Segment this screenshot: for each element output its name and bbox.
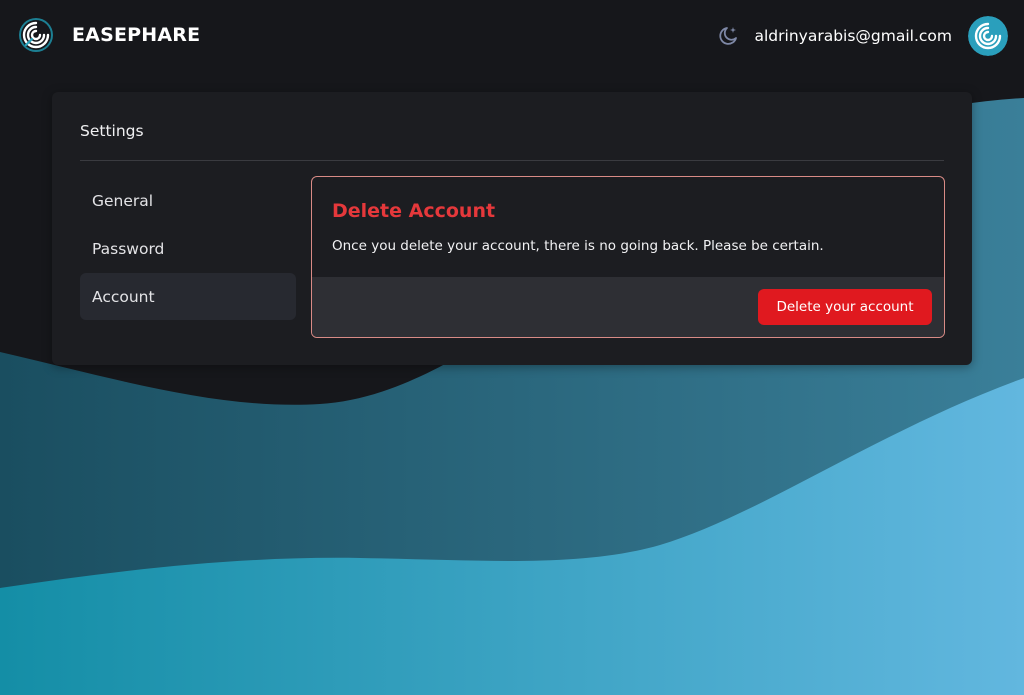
- brand-name: EASEPHARE: [72, 24, 201, 46]
- nav-item-password[interactable]: Password: [80, 225, 296, 272]
- settings-nav: General Password Account: [80, 177, 296, 321]
- user-email[interactable]: aldrinyarabis@gmail.com: [755, 27, 953, 45]
- spiral-logo-icon: [19, 18, 53, 52]
- delete-account-description: Once you delete your account, there is n…: [332, 238, 824, 254]
- delete-account-footer: Delete your account: [312, 277, 944, 337]
- user-area: aldrinyarabis@gmail.com: [717, 16, 1008, 56]
- nav-item-label: Password: [92, 239, 165, 258]
- divider: [80, 160, 944, 161]
- brand[interactable]: EASEPHARE: [18, 17, 200, 53]
- delete-account-button[interactable]: Delete your account: [758, 289, 932, 325]
- nav-item-general[interactable]: General: [80, 177, 296, 224]
- page-title: Settings: [80, 122, 144, 140]
- nav-item-label: General: [92, 191, 154, 210]
- delete-account-title: Delete Account: [332, 200, 496, 222]
- settings-card: Settings General Password Account Delete…: [52, 92, 972, 365]
- moon-star-icon[interactable]: [717, 25, 739, 47]
- avatar[interactable]: [968, 16, 1008, 56]
- top-navbar: EASEPHARE aldrinyarabis@gmail.com: [0, 0, 1024, 72]
- nav-item-account[interactable]: Account: [80, 273, 296, 320]
- delete-account-panel: Delete Account Once you delete your acco…: [311, 176, 945, 338]
- nav-item-label: Account: [92, 287, 155, 306]
